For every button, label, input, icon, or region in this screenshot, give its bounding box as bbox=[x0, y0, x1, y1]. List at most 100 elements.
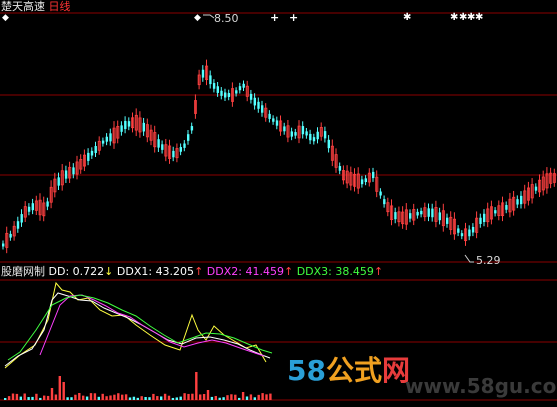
indicator-bar bbox=[121, 394, 124, 400]
candle-body bbox=[179, 147, 182, 152]
candle-body bbox=[438, 212, 441, 221]
candle-body bbox=[327, 139, 330, 149]
indicator-bar bbox=[124, 394, 128, 400]
indicator-lines bbox=[4, 281, 273, 369]
indicator-bar bbox=[199, 394, 202, 400]
candle-body bbox=[268, 113, 271, 119]
indicator-bar bbox=[19, 396, 22, 400]
candle-body bbox=[316, 131, 319, 140]
candle-body bbox=[27, 206, 31, 212]
candle-body bbox=[394, 212, 397, 220]
candle-body bbox=[105, 136, 108, 142]
candle-body bbox=[2, 243, 5, 247]
indicator-bar bbox=[15, 393, 19, 400]
candle-body bbox=[72, 167, 75, 175]
candle-body bbox=[290, 131, 293, 137]
candle-body bbox=[238, 86, 242, 91]
candle-body bbox=[460, 233, 464, 237]
indicator-bar bbox=[105, 396, 108, 400]
indicator-bar bbox=[175, 397, 178, 400]
candle-body bbox=[257, 101, 260, 109]
candle-body bbox=[94, 146, 97, 153]
indicator-bar bbox=[187, 393, 190, 400]
stock-name: 楚天高速 bbox=[1, 0, 45, 13]
indicator-bar bbox=[70, 397, 73, 400]
candle-body bbox=[46, 201, 49, 207]
candle-body bbox=[142, 122, 145, 132]
indicator-bar bbox=[257, 394, 260, 400]
indicator-bar bbox=[27, 397, 30, 400]
candle-body bbox=[127, 121, 131, 127]
dd-label: DD: bbox=[48, 265, 70, 278]
candle-body bbox=[360, 179, 364, 185]
min-pointer-line bbox=[464, 254, 474, 263]
candle-body bbox=[479, 217, 482, 224]
candle-body bbox=[431, 208, 434, 218]
indicator-bar bbox=[39, 397, 42, 400]
candle-body bbox=[283, 126, 286, 132]
ddx1-arrow-icon: ↑ bbox=[194, 265, 204, 278]
indicator-bar bbox=[202, 394, 206, 400]
candle-body bbox=[364, 178, 367, 183]
candle-body bbox=[272, 118, 275, 122]
indicator-bar bbox=[58, 376, 61, 400]
candle-body bbox=[494, 210, 497, 214]
candle-body bbox=[90, 150, 94, 156]
diamond-icon: ◆ bbox=[194, 13, 201, 23]
candle-body bbox=[109, 133, 112, 142]
ddx2-label: DDX2: bbox=[206, 265, 242, 278]
candle-body bbox=[372, 171, 375, 179]
indicator-bar bbox=[82, 395, 85, 400]
candlestick-series[interactable] bbox=[2, 14, 556, 263]
dd-value: 0.722 bbox=[72, 265, 105, 278]
indicator-bar bbox=[140, 396, 143, 400]
candle-body bbox=[468, 229, 471, 237]
indicator-bar bbox=[253, 397, 256, 400]
indicator-bar bbox=[31, 396, 34, 400]
indicator-name[interactable]: 股磨网制 bbox=[1, 265, 45, 278]
candle-body bbox=[190, 126, 194, 131]
candle-body bbox=[249, 93, 253, 100]
candle-body bbox=[31, 203, 34, 211]
indicator-bar bbox=[85, 396, 89, 400]
candle-body bbox=[87, 152, 90, 161]
min-price-label: 5.29 bbox=[476, 254, 501, 267]
candle-body bbox=[483, 213, 486, 222]
candle-body bbox=[120, 125, 123, 132]
star-icon: ✱ bbox=[475, 12, 483, 23]
candle-body bbox=[323, 131, 327, 139]
indicator-bar bbox=[4, 398, 7, 400]
candle-body bbox=[57, 177, 60, 186]
indicator-bar bbox=[101, 393, 104, 400]
period-label[interactable]: 日线 bbox=[49, 0, 71, 13]
max-pointer-line bbox=[203, 14, 215, 19]
candle-body bbox=[420, 210, 423, 215]
ddx2-value: 41.459 bbox=[245, 265, 284, 278]
plus-icon: + bbox=[270, 11, 279, 24]
indicator-bar bbox=[222, 397, 225, 400]
indicator-bar bbox=[78, 393, 81, 400]
indicator-bar bbox=[152, 393, 155, 400]
candle-body bbox=[157, 139, 160, 148]
candle-body bbox=[416, 211, 419, 216]
indicator-bar bbox=[89, 393, 93, 400]
candle-body bbox=[505, 205, 508, 210]
candle-body bbox=[187, 134, 190, 141]
candle-body bbox=[471, 226, 475, 233]
candle-body bbox=[294, 132, 297, 136]
indicator-bar bbox=[171, 397, 175, 400]
watermark-58: 58 bbox=[287, 354, 326, 387]
ddx2-line bbox=[39, 294, 265, 357]
dd-arrow-icon: ↓ bbox=[104, 265, 114, 278]
stock-chart[interactable]: ◆ ◆ + + ✱ ✱ ✱ ✱ ✱ 8.50 5.29 bbox=[0, 0, 557, 407]
candle-body bbox=[309, 133, 312, 141]
indicator-bar bbox=[23, 393, 26, 400]
indicator-bar bbox=[261, 393, 264, 400]
indicator-bar bbox=[109, 395, 112, 400]
indicator-bar bbox=[11, 393, 15, 400]
ddx1-value: 43.205 bbox=[155, 265, 195, 278]
candle-body bbox=[20, 214, 23, 223]
indicator-bar bbox=[113, 394, 116, 400]
diamond-icon: ◆ bbox=[2, 13, 9, 23]
indicator-bar bbox=[128, 397, 132, 400]
